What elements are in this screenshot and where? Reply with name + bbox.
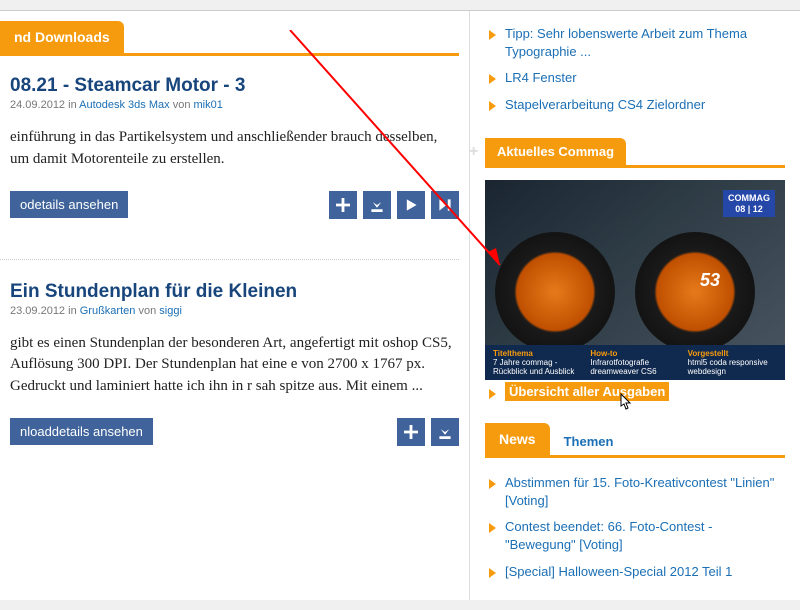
sidebar-link[interactable]: Tipp: Sehr lobenswerte Arbeit zum Thema … <box>505 26 747 59</box>
details-button[interactable]: odetails ansehen <box>10 191 128 218</box>
commag-tab: Aktuelles Commag <box>485 138 626 165</box>
post-category-link[interactable]: Grußkarten <box>80 305 136 317</box>
post-excerpt: einführung in das Partikelsystem und ans… <box>10 127 459 171</box>
play-icon[interactable] <box>397 191 425 219</box>
news-link[interactable]: Contest beendet: 66. Foto-Contest - "Bew… <box>505 519 712 552</box>
collapse-icon[interactable]: - <box>775 144 781 165</box>
cursor-pointer-icon <box>615 392 635 416</box>
post-title-link[interactable]: Ein Stundenplan für die Kleinen <box>10 281 297 302</box>
top-links-list: Tipp: Sehr lobenswerte Arbeit zum Thema … <box>489 21 785 118</box>
sidebar: Tipp: Sehr lobenswerte Arbeit zum Thema … <box>470 11 800 600</box>
news-tabs: News Themen - <box>485 423 785 458</box>
details-button[interactable]: nloaddetails ansehen <box>10 418 153 445</box>
post-meta: 23.09.2012 in Grußkarten von siggi <box>10 305 459 317</box>
news-link[interactable]: [Special] Halloween-Special 2012 Teil 1 <box>505 564 732 579</box>
news-list: Abstimmen für 15. Foto-Kreativcontest "L… <box>489 470 785 585</box>
post: Ein Stundenplan für die Kleinen 23.09.20… <box>10 280 459 446</box>
post-excerpt: gibt es einen Stundenplan der besonderen… <box>10 333 459 398</box>
commag-overview: Übersicht aller Ausgaben <box>489 384 785 399</box>
commag-image[interactable]: 53 COMMAG08 | 12 Titelthema7 Jahre comma… <box>485 180 785 380</box>
commag-badge: COMMAG08 | 12 <box>723 190 775 218</box>
list-item: Abstimmen für 15. Foto-Kreativcontest "L… <box>489 470 785 514</box>
collapse-icon[interactable]: - <box>775 434 781 455</box>
divider <box>0 259 459 260</box>
post-author-link[interactable]: mik01 <box>194 99 223 111</box>
list-item: [Special] Halloween-Special 2012 Teil 1 <box>489 559 785 585</box>
post-title-link[interactable]: 08.21 - Steamcar Motor - 3 <box>10 75 245 96</box>
skip-icon[interactable] <box>431 191 459 219</box>
list-item: Tipp: Sehr lobenswerte Arbeit zum Thema … <box>489 21 785 65</box>
plus-icon[interactable] <box>397 418 425 446</box>
sidebar-link[interactable]: Stapelverarbeitung CS4 Zielordner <box>505 97 705 112</box>
section-tab-downloads[interactable]: nd Downloads <box>0 21 124 53</box>
post-category-link[interactable]: Autodesk 3ds Max <box>79 99 170 111</box>
commag-header: + Aktuelles Commag - <box>485 138 785 168</box>
list-item: LR4 Fenster <box>489 65 785 91</box>
download-icon[interactable] <box>363 191 391 219</box>
commag-caption: Titelthema7 Jahre commag - Rückblick und… <box>485 345 785 380</box>
post-author-link[interactable]: siggi <box>159 305 182 317</box>
list-item: Stapelverarbeitung CS4 Zielordner <box>489 92 785 118</box>
list-item: Contest beendet: 66. Foto-Contest - "Bew… <box>489 514 785 558</box>
overview-link[interactable]: Übersicht aller Ausgaben <box>505 382 669 401</box>
news-link[interactable]: Abstimmen für 15. Foto-Kreativcontest "L… <box>505 475 774 508</box>
add-icon[interactable]: + <box>470 143 478 161</box>
section-header: nd Downloads <box>0 21 459 56</box>
plus-icon[interactable] <box>329 191 357 219</box>
tab-themen[interactable]: Themen <box>550 428 628 455</box>
download-icon[interactable] <box>431 418 459 446</box>
tab-news[interactable]: News <box>485 423 550 455</box>
post-meta: 24.09.2012 in Autodesk 3ds Max von mik01 <box>10 99 459 111</box>
main-column: nd Downloads 08.21 - Steamcar Motor - 3 … <box>0 11 470 600</box>
post: 08.21 - Steamcar Motor - 3 24.09.2012 in… <box>10 74 459 219</box>
sidebar-link[interactable]: LR4 Fenster <box>505 70 577 85</box>
